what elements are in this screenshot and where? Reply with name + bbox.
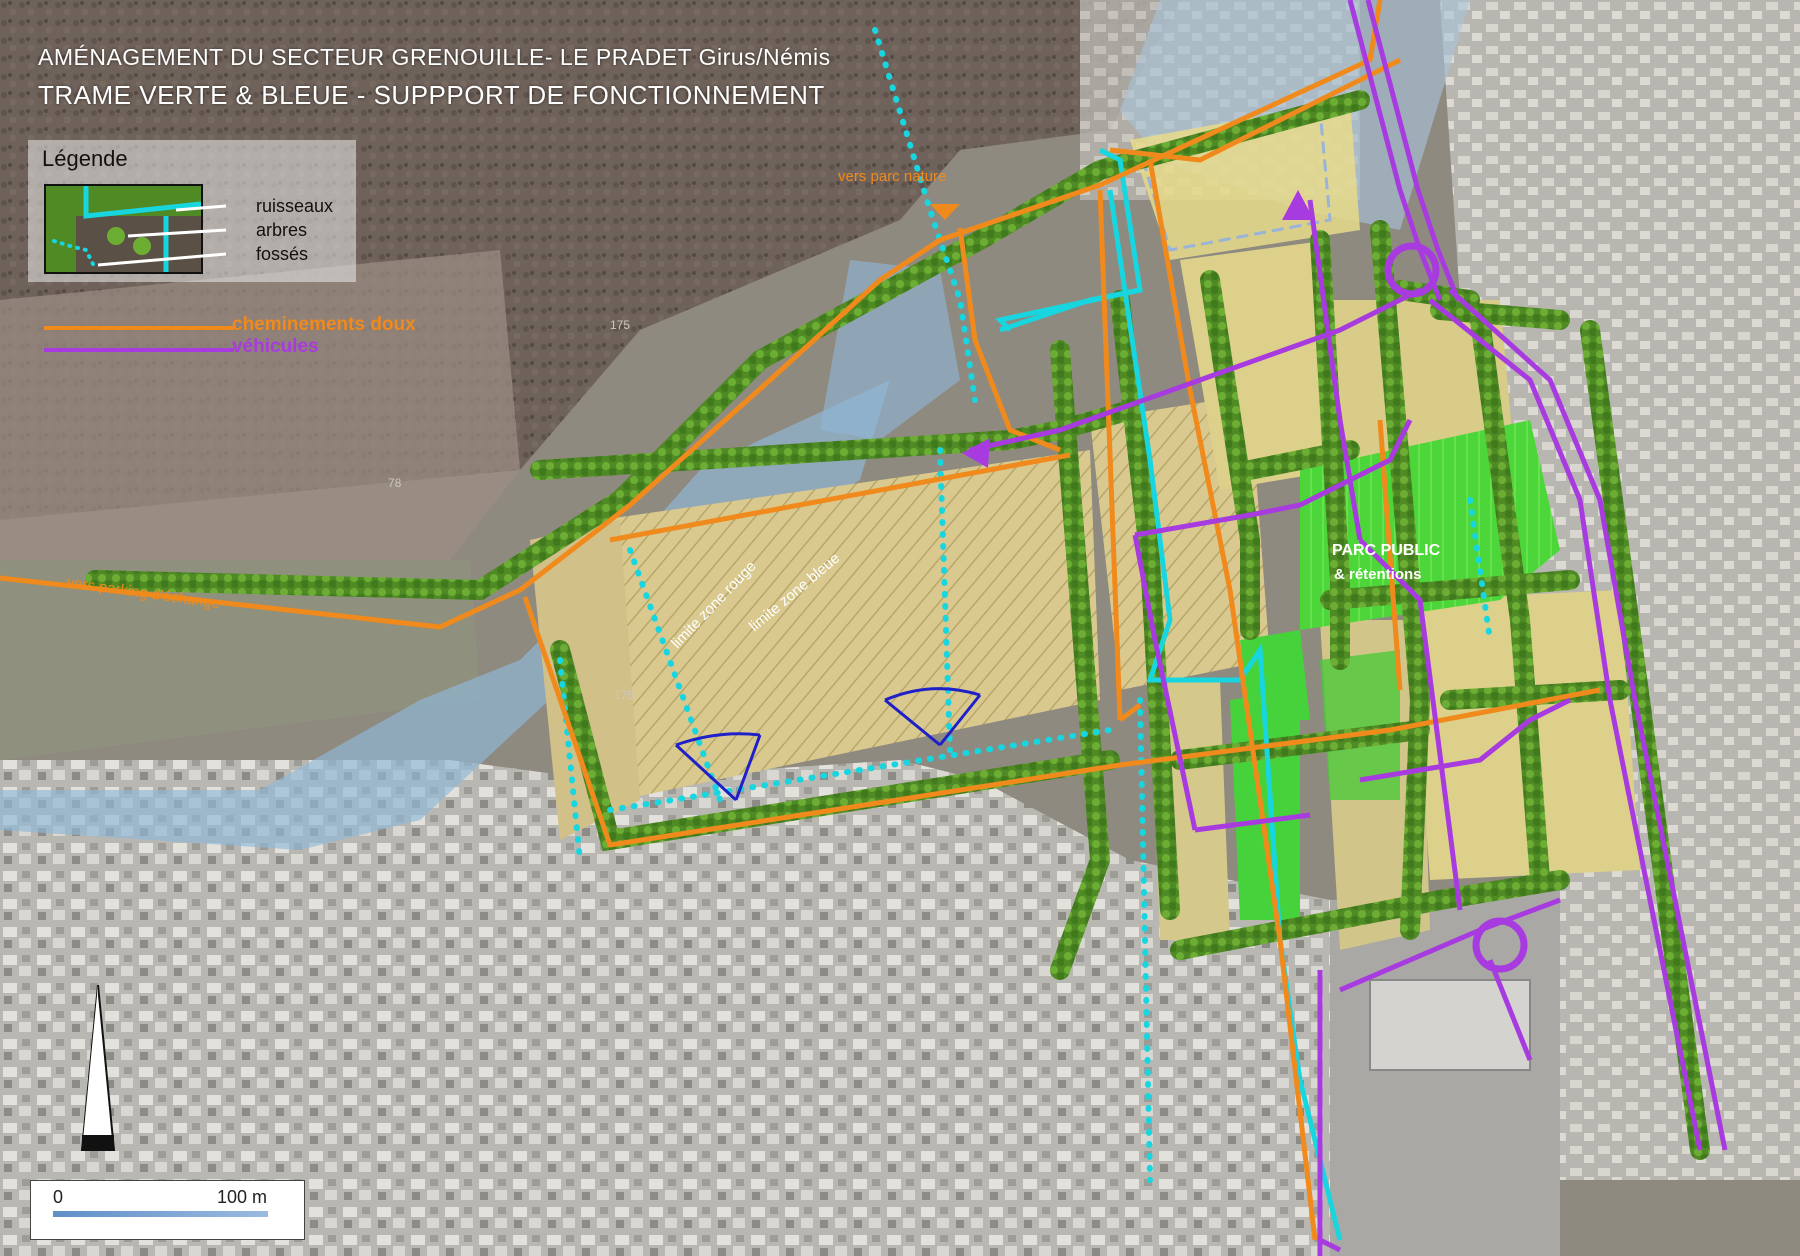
parcel-number: 175 (610, 318, 631, 332)
north-arrow-icon (80, 985, 116, 1151)
legend-item-arbres: arbres (256, 220, 308, 240)
scale-end: 100 m (217, 1187, 268, 1207)
parcel-number: 175 (614, 688, 635, 702)
parcel-number: 78 (388, 476, 402, 490)
legend-title: Légende (42, 146, 128, 171)
scale-bar: 0 100 m (30, 1180, 305, 1240)
scale-start: 0 (53, 1187, 64, 1207)
label-parc-public: PARC PUBLIC (1332, 542, 1441, 559)
label-retentions: & rétentions (1334, 566, 1422, 583)
map-title-line2: TRAME VERTE & BLEUE - SUPPPORT DE FONCTI… (38, 80, 825, 110)
map-title-line1: AMÉNAGEMENT DU SECTEUR GRENOUILLE- LE PR… (38, 44, 831, 70)
legend-panel: Légende ruisseaux arbres fossés (28, 140, 356, 282)
legend-item-ruisseaux: ruisseaux (256, 196, 334, 216)
label-vers-parc-nature: vers parc nature (838, 168, 947, 185)
legend-footpath-label: cheminements doux (232, 314, 416, 335)
legend-vehicle-label: véhicules (232, 336, 319, 357)
legend-item-fosses: fossés (256, 244, 309, 264)
legend-swatch (44, 184, 203, 274)
